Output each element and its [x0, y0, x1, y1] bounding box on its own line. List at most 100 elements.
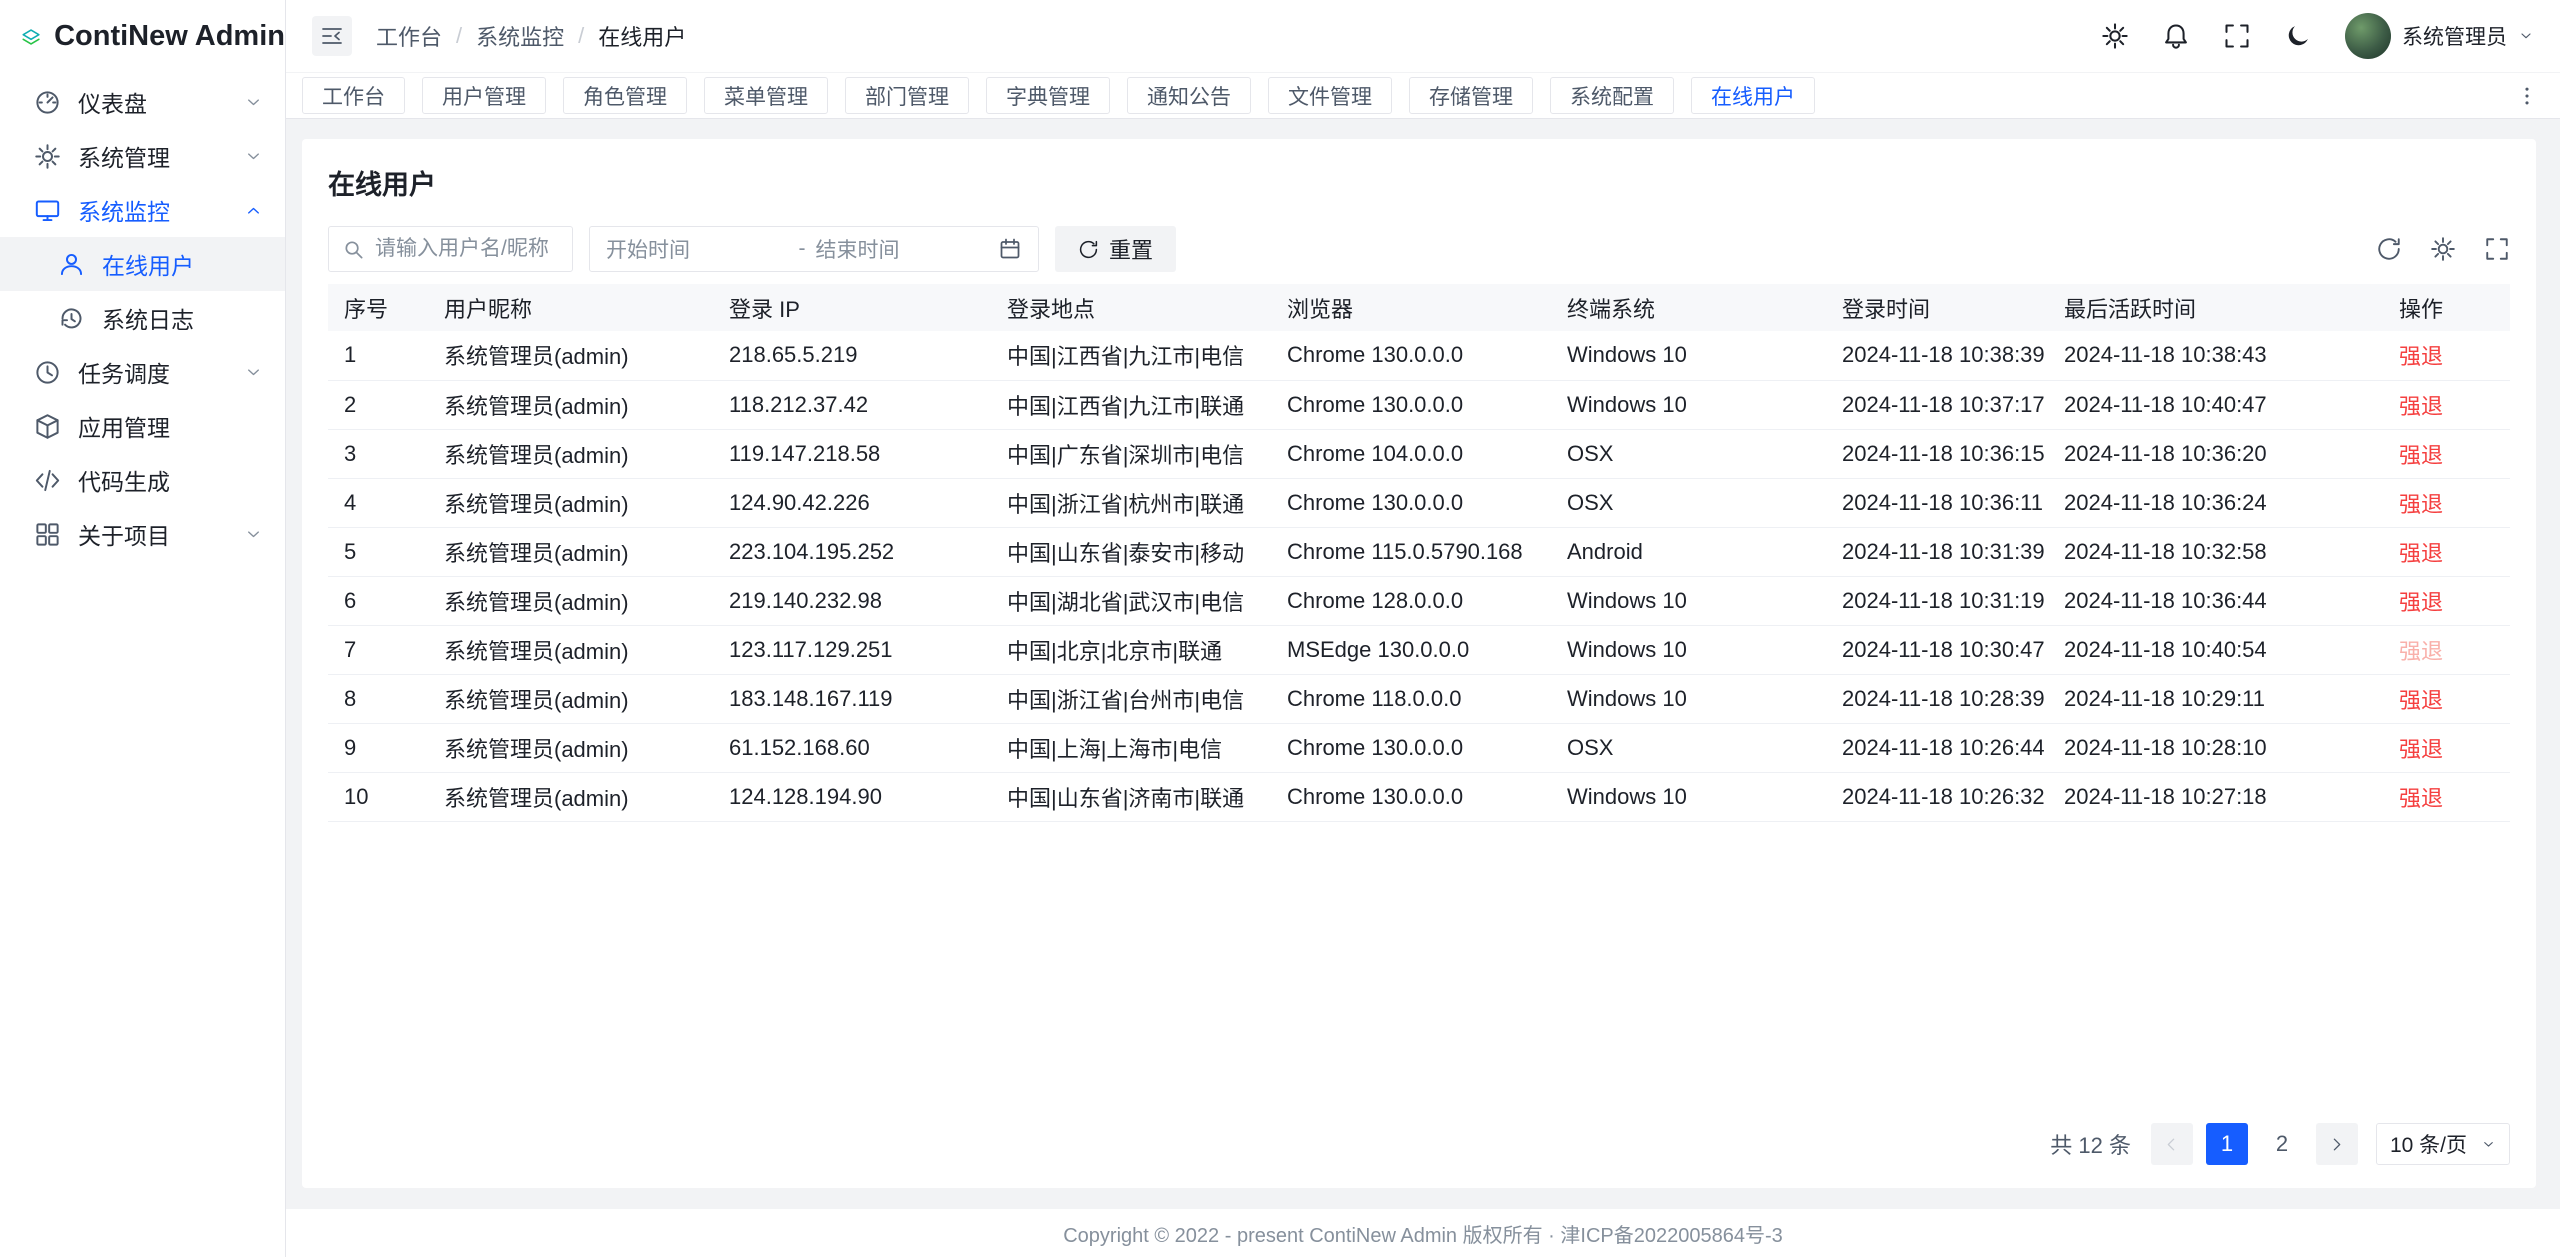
table-fullscreen-icon[interactable] [2484, 236, 2510, 262]
breadcrumb-item[interactable]: 系统监控 [476, 20, 564, 52]
force-logout-link[interactable]: 强退 [2399, 344, 2443, 369]
tab-item[interactable]: 在线用户 [1691, 77, 1815, 114]
column-header: 序号 [328, 284, 428, 331]
table-cell: Chrome 115.0.5790.168 [1271, 527, 1551, 576]
table-cell: 5 [328, 527, 428, 576]
search-box [328, 226, 573, 272]
table-cell: Windows 10 [1551, 576, 1826, 625]
sidebar-item-task-scheduler[interactable]: 任务调度 [0, 345, 285, 399]
table-cell: OSX [1551, 429, 1826, 478]
breadcrumb-separator: / [456, 23, 462, 49]
table-row: 8系统管理员(admin)183.148.167.119中国|浙江省|台州市|电… [328, 674, 2510, 723]
main-column: 工作台/系统监控/在线用户 系统管理员 工作台用户管理角色管理菜单管理部门管理字… [286, 0, 2560, 1257]
tab-item[interactable]: 角色管理 [563, 77, 687, 114]
sidebar-item-system-log[interactable]: 系统日志 [0, 291, 285, 345]
topbar: 工作台/系统监控/在线用户 系统管理员 [286, 0, 2560, 73]
sidebar-item-label: 代码生成 [78, 463, 170, 497]
table-cell: 2024-11-18 10:36:15 [1826, 429, 2048, 478]
table-cell: 2024-11-18 10:36:24 [2048, 478, 2383, 527]
notification-bell-icon[interactable] [2162, 22, 2190, 50]
date-range-picker[interactable]: 开始时间 - 结束时间 [589, 226, 1039, 272]
fullscreen-icon[interactable] [2223, 22, 2251, 50]
online-user-card: 在线用户 开始时间 - 结束时间 重置 [302, 139, 2536, 1188]
sidebar-item-code-generation[interactable]: 代码生成 [0, 453, 285, 507]
breadcrumb-item[interactable]: 工作台 [376, 20, 442, 52]
page-number-button[interactable]: 2 [2261, 1123, 2303, 1165]
content-area: 在线用户 开始时间 - 结束时间 重置 [286, 119, 2560, 1209]
sidebar-item-label: 应用管理 [78, 409, 170, 443]
column-header: 终端系统 [1551, 284, 1826, 331]
force-logout-link[interactable]: 强退 [2399, 443, 2443, 468]
force-logout-link[interactable]: 强退 [2399, 541, 2443, 566]
sidebar-item-dashboard[interactable]: 仪表盘 [0, 75, 285, 129]
page-size-select[interactable]: 10 条/页 [2376, 1123, 2510, 1165]
app-logo-icon [20, 15, 42, 59]
app-logo[interactable]: ContiNew Admin [0, 0, 285, 73]
app-root: ContiNew Admin 仪表盘系统管理系统监控在线用户系统日志任务调度应用… [0, 0, 2560, 1257]
tab-item[interactable]: 文件管理 [1268, 77, 1392, 114]
table-cell: 2024-11-18 10:36:20 [2048, 429, 2383, 478]
sidebar-item-system-management[interactable]: 系统管理 [0, 129, 285, 183]
prev-page-button[interactable] [2151, 1123, 2193, 1165]
table-cell: 中国|广东省|深圳市|电信 [991, 429, 1271, 478]
page-numbers: 12 [2206, 1123, 2303, 1165]
date-end-placeholder: 结束时间 [816, 234, 999, 264]
table-cell: 强退 [2383, 331, 2510, 380]
table-cell: 183.148.167.119 [713, 674, 991, 723]
force-logout-link[interactable]: 强退 [2399, 786, 2443, 811]
user-menu[interactable]: 系统管理员 [2345, 13, 2534, 59]
settings-icon[interactable] [2101, 22, 2129, 50]
table-cell: OSX [1551, 478, 1826, 527]
tab-more-button[interactable] [2510, 79, 2544, 113]
search-input[interactable] [375, 237, 559, 261]
table-cell: 系统管理员(admin) [428, 674, 713, 723]
force-logout-link: 强退 [2399, 639, 2443, 664]
dark-mode-moon-icon[interactable] [2284, 22, 2312, 50]
table-cell: 2024-11-18 10:31:39 [1826, 527, 2048, 576]
next-page-button[interactable] [2316, 1123, 2358, 1165]
table-cell: 中国|浙江省|台州市|电信 [991, 674, 1271, 723]
tab-item[interactable]: 部门管理 [845, 77, 969, 114]
table-cell: 系统管理员(admin) [428, 772, 713, 821]
table-cell: 中国|湖北省|武汉市|电信 [991, 576, 1271, 625]
tab-item[interactable]: 系统配置 [1550, 77, 1674, 114]
sidebar-item-about-project[interactable]: 关于项目 [0, 507, 285, 561]
chevron-down-icon [2518, 28, 2534, 44]
breadcrumb-item[interactable]: 在线用户 [598, 20, 686, 52]
table-cell: 强退 [2383, 772, 2510, 821]
tab-item[interactable]: 存储管理 [1409, 77, 1533, 114]
chevron-down-icon [244, 525, 263, 544]
table-cell: 中国|上海|上海市|电信 [991, 723, 1271, 772]
table-cell: Chrome 130.0.0.0 [1271, 772, 1551, 821]
force-logout-link[interactable]: 强退 [2399, 590, 2443, 615]
sidebar-item-label: 系统监控 [78, 193, 170, 227]
tab-item[interactable]: 工作台 [302, 77, 405, 114]
force-logout-link[interactable]: 强退 [2399, 737, 2443, 762]
table-settings-icon[interactable] [2430, 236, 2456, 262]
sidebar-menu: 仪表盘系统管理系统监控在线用户系统日志任务调度应用管理代码生成关于项目 [0, 73, 285, 561]
menu-collapse-button[interactable] [312, 16, 352, 56]
page-number-button[interactable]: 1 [2206, 1123, 2248, 1165]
tabbar: 工作台用户管理角色管理菜单管理部门管理字典管理通知公告文件管理存储管理系统配置在… [286, 73, 2560, 119]
refresh-icon [1078, 239, 1099, 260]
sidebar-item-online-user[interactable]: 在线用户 [0, 237, 285, 291]
table-refresh-icon[interactable] [2376, 236, 2402, 262]
force-logout-link[interactable]: 强退 [2399, 688, 2443, 713]
force-logout-link[interactable]: 强退 [2399, 394, 2443, 419]
tab-item[interactable]: 菜单管理 [704, 77, 828, 114]
table-cell: Android [1551, 527, 1826, 576]
sidebar-item-app-management[interactable]: 应用管理 [0, 399, 285, 453]
more-vertical-icon [2516, 85, 2538, 107]
tab-item[interactable]: 字典管理 [986, 77, 1110, 114]
reset-button[interactable]: 重置 [1055, 226, 1176, 272]
table-row: 10系统管理员(admin)124.128.194.90中国|山东省|济南市|联… [328, 772, 2510, 821]
sidebar-item-system-monitor[interactable]: 系统监控 [0, 183, 285, 237]
table-cell: Windows 10 [1551, 625, 1826, 674]
table-cell: 3 [328, 429, 428, 478]
date-range-separator: - [799, 237, 806, 261]
chevron-down-icon [244, 147, 263, 166]
tab-item[interactable]: 用户管理 [422, 77, 546, 114]
force-logout-link[interactable]: 强退 [2399, 492, 2443, 517]
table-row: 3系统管理员(admin)119.147.218.58中国|广东省|深圳市|电信… [328, 429, 2510, 478]
tab-item[interactable]: 通知公告 [1127, 77, 1251, 114]
